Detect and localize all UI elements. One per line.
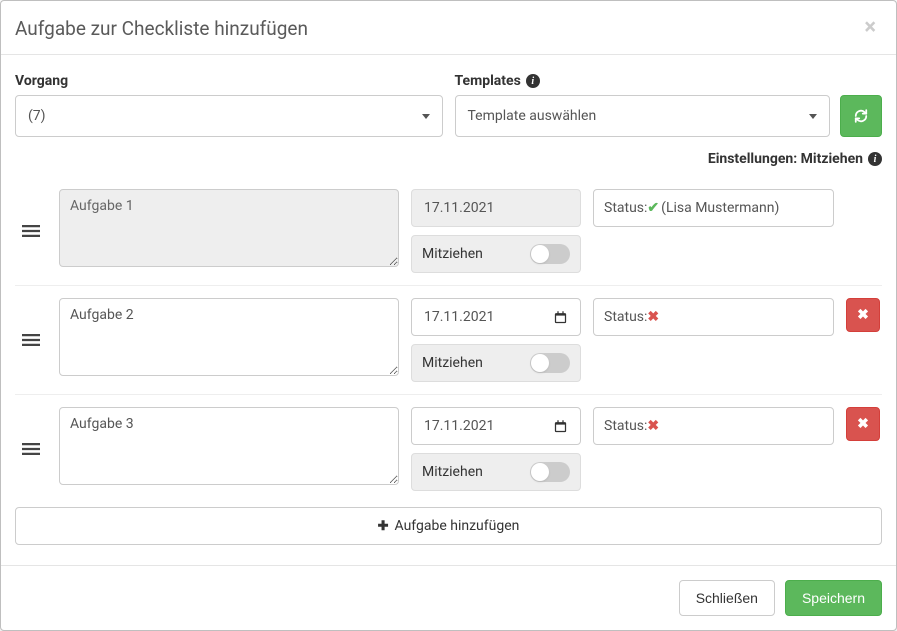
mitziehen-label: Mitziehen xyxy=(422,246,483,262)
x-icon: ✖ xyxy=(647,309,659,325)
mitziehen-label: Mitziehen xyxy=(422,464,483,480)
mitziehen-toggle[interactable] xyxy=(530,244,570,264)
settings-line: Einstellungen: Mitziehen i xyxy=(15,151,882,167)
x-icon: ✖ xyxy=(857,307,869,323)
save-button[interactable]: Speichern xyxy=(785,580,882,616)
drag-handle-icon[interactable] xyxy=(15,440,47,458)
info-icon[interactable]: i xyxy=(868,152,882,166)
mitziehen-label: Mitziehen xyxy=(422,355,483,371)
mitziehen-box: Mitziehen xyxy=(411,344,581,382)
task-date-value: 17.11.2021 xyxy=(424,309,494,325)
chevron-down-icon xyxy=(422,114,430,119)
modal-title: Aufgabe zur Checkliste hinzufügen xyxy=(15,17,308,40)
drag-handle-icon[interactable] xyxy=(15,222,47,240)
task-date-input: 17.11.2021 xyxy=(411,189,581,227)
close-button[interactable]: Schließen xyxy=(679,580,775,616)
template-select[interactable]: Template auswählen xyxy=(455,95,831,137)
task-title-input[interactable] xyxy=(59,298,399,376)
status-label: Status: xyxy=(604,309,647,325)
delete-task-button[interactable]: ✖ xyxy=(846,407,880,441)
refresh-button[interactable] xyxy=(840,95,882,137)
mitziehen-box: Mitziehen xyxy=(411,453,581,491)
modal-header: Aufgabe zur Checkliste hinzufügen × xyxy=(1,1,896,55)
mitziehen-box: Mitziehen xyxy=(411,235,581,273)
vorgang-label: Vorgang xyxy=(15,73,443,89)
add-task-button[interactable]: ✚ Aufgabe hinzufügen xyxy=(15,507,882,545)
plus-icon: ✚ xyxy=(378,519,389,534)
x-icon: ✖ xyxy=(647,418,659,434)
task-title-input xyxy=(59,189,399,267)
vorgang-selected-value: (7) xyxy=(28,108,46,124)
task-status: Status:✔(Lisa Mustermann) xyxy=(593,189,834,227)
refresh-icon xyxy=(854,109,868,123)
tasks-container: 17.11.2021MitziehenStatus:✔(Lisa Musterm… xyxy=(15,177,882,503)
status-user: (Lisa Mustermann) xyxy=(661,200,779,216)
task-status: Status:✖ xyxy=(593,298,834,336)
template-placeholder: Template auswählen xyxy=(468,108,597,124)
close-icon[interactable]: × xyxy=(864,17,876,39)
task-date-value: 17.11.2021 xyxy=(424,200,494,216)
settings-label: Einstellungen: Mitziehen xyxy=(708,151,863,167)
task-date-input[interactable]: 17.11.2021 xyxy=(411,407,581,445)
templates-row: Template auswählen xyxy=(455,95,883,137)
task-row: 17.11.2021 Mitziehen Status:✔(Lisa Musterm… xyxy=(15,177,882,285)
task-row: 17.11.2021MitziehenStatus:✖✖ xyxy=(15,394,882,503)
check-icon: ✔ xyxy=(647,200,659,216)
task-row: 17.11.2021MitziehenStatus:✖✖ xyxy=(15,285,882,394)
add-task-label: Aufgabe hinzufügen xyxy=(395,518,520,534)
vorgang-column: Vorgang (7) xyxy=(15,73,443,137)
task-status: Status:✖ xyxy=(593,407,834,445)
templates-column: Templates i Template auswählen xyxy=(455,73,883,137)
mitziehen-toggle[interactable] xyxy=(530,353,570,373)
top-form-row: Vorgang (7) Templates i Template auswähl… xyxy=(15,73,882,137)
task-date-input[interactable]: 17.11.2021 xyxy=(411,298,581,336)
task-title-input[interactable] xyxy=(59,407,399,485)
modal-footer: Schließen Speichern xyxy=(1,565,896,630)
chevron-down-icon xyxy=(809,114,817,119)
templates-label: Templates xyxy=(455,73,521,89)
calendar-icon xyxy=(553,419,568,434)
modal-body: Vorgang (7) Templates i Template auswähl… xyxy=(1,55,896,545)
calendar-icon xyxy=(553,310,568,325)
task-date-value: 17.11.2021 xyxy=(424,418,494,434)
x-icon: ✖ xyxy=(857,416,869,432)
templates-label-wrap: Templates i xyxy=(455,73,883,89)
status-label: Status: xyxy=(604,418,647,434)
status-label: Status: xyxy=(604,200,647,216)
mitziehen-toggle[interactable] xyxy=(530,462,570,482)
delete-task-button[interactable]: ✖ xyxy=(846,298,880,332)
vorgang-select[interactable]: (7) xyxy=(15,95,443,137)
modal-dialog: Aufgabe zur Checkliste hinzufügen × Vorg… xyxy=(0,0,897,631)
drag-handle-icon[interactable] xyxy=(15,331,47,349)
info-icon[interactable]: i xyxy=(526,74,540,88)
